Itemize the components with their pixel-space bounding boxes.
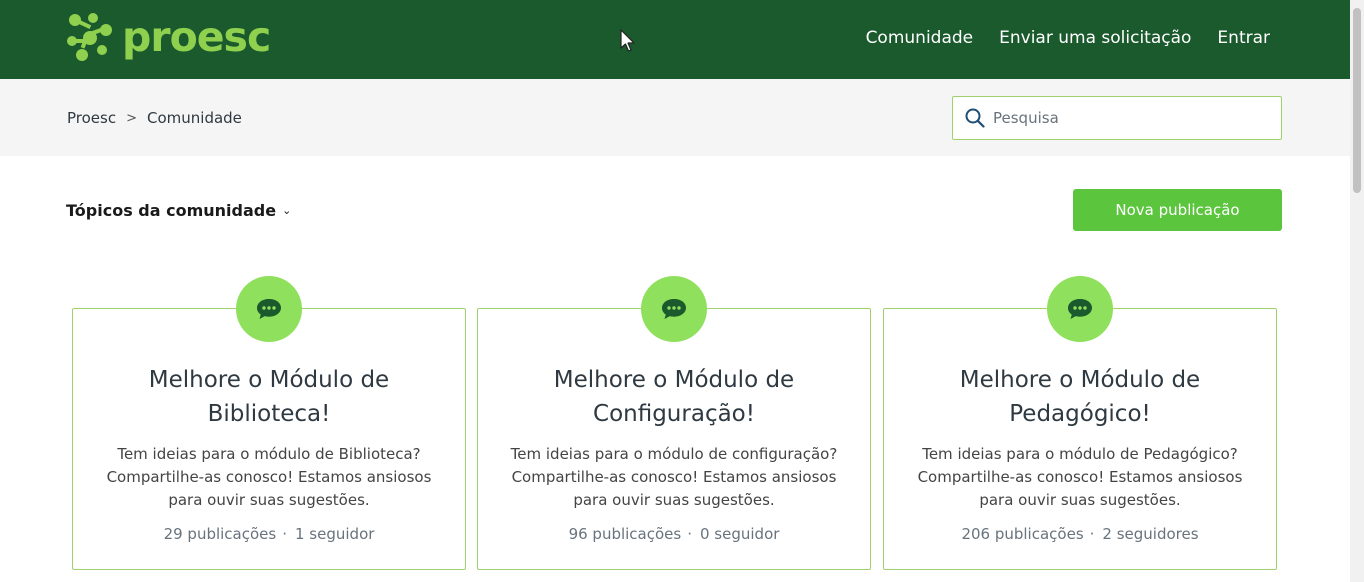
chat-bubble-icon <box>1047 276 1113 342</box>
follower-count: 2 seguidores <box>1102 525 1199 543</box>
card-title[interactable]: Melhore o Módulo de Pedagógico! <box>904 363 1256 431</box>
card-description: Tem ideias para o módulo de Biblioteca? … <box>106 445 432 509</box>
molecule-logo-icon <box>67 13 112 61</box>
chat-bubble-icon <box>236 276 302 342</box>
brand-logo[interactable]: proesc <box>66 12 271 62</box>
mouse-cursor-icon <box>620 29 635 52</box>
card-description: Tem ideias para o módulo de configuração… <box>510 445 838 509</box>
follower-count: 1 seguidor <box>295 525 375 543</box>
post-count: 96 publicações <box>568 525 682 543</box>
follower-count: 0 seguidor <box>700 525 780 543</box>
topic-card-configuracao[interactable]: Melhore o Módulo de Configuração! Tem id… <box>477 308 871 570</box>
search-box[interactable] <box>952 96 1282 140</box>
top-header: proesc Comunidade Enviar uma solicitação… <box>0 0 1350 79</box>
top-nav: Comunidade Enviar uma solicitação Entrar <box>866 28 1270 48</box>
sub-header: Proesc > Comunidade <box>0 79 1350 156</box>
post-count: 29 publicações <box>163 525 277 543</box>
page-scrollbar[interactable] <box>1350 0 1364 582</box>
breadcrumb-item-comunidade[interactable]: Comunidade <box>147 109 242 127</box>
chevron-down-icon: ⌄ <box>282 204 292 217</box>
scrollbar-thumb[interactable] <box>1353 8 1361 193</box>
card-meta: 29 publicações · 1 seguidor <box>163 525 375 543</box>
post-count: 206 publicações <box>961 525 1084 543</box>
card-meta: 96 publicações · 0 seguidor <box>568 525 780 543</box>
topic-card-pedagogico[interactable]: Melhore o Módulo de Pedagógico! Tem idei… <box>883 308 1277 570</box>
search-input[interactable] <box>993 109 1263 127</box>
new-post-button[interactable]: Nova publicação <box>1073 189 1282 231</box>
topics-dropdown[interactable]: Tópicos da comunidade ⌄ <box>66 201 291 220</box>
breadcrumb-separator: > <box>126 110 137 126</box>
search-icon <box>965 108 985 128</box>
topic-card-biblioteca[interactable]: Melhore o Módulo de Biblioteca! Tem idei… <box>72 308 466 570</box>
chat-bubble-icon <box>641 276 707 342</box>
card-description: Tem ideias para o módulo de Pedagógico? … <box>917 445 1243 509</box>
card-title[interactable]: Melhore o Módulo de Configuração! <box>498 363 850 431</box>
breadcrumb-item-proesc[interactable]: Proesc <box>67 109 116 127</box>
nav-link-enviar-solicitacao[interactable]: Enviar uma solicitação <box>999 28 1191 48</box>
breadcrumb: Proesc > Comunidade <box>67 109 242 127</box>
card-meta: 206 publicações · 2 seguidores <box>961 525 1199 543</box>
brand-name: proesc <box>122 12 271 61</box>
nav-link-comunidade[interactable]: Comunidade <box>866 28 974 48</box>
topics-dropdown-label: Tópicos da comunidade <box>66 201 277 220</box>
card-title[interactable]: Melhore o Módulo de Biblioteca! <box>93 363 445 431</box>
nav-link-entrar[interactable]: Entrar <box>1217 28 1270 48</box>
